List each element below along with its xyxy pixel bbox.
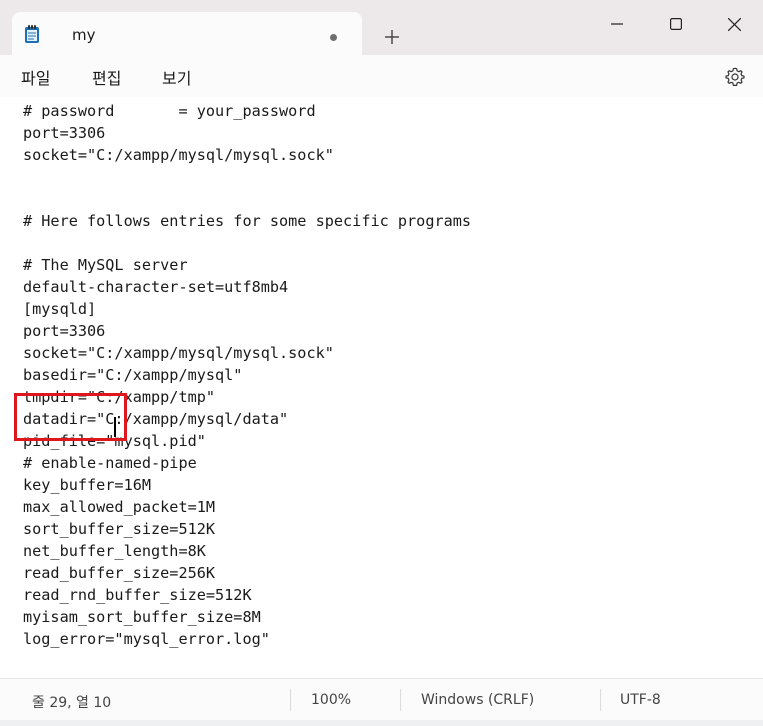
- zoom-level[interactable]: 100%: [311, 692, 351, 708]
- menu-bar: 파일 편집 보기: [0, 55, 763, 97]
- status-bar: 줄 29, 열 10 100% Windows (CRLF) UTF-8: [0, 678, 763, 720]
- gear-icon[interactable]: [724, 66, 746, 88]
- text-editor[interactable]: # password = your_password port=3306 soc…: [0, 97, 763, 674]
- code-line: # enable-named-pipe: [23, 454, 197, 472]
- minimize-button[interactable]: [588, 0, 646, 48]
- status-divider: [290, 689, 291, 711]
- close-button[interactable]: [705, 0, 763, 48]
- code-line: max_allowed_packet=1M: [23, 498, 216, 516]
- new-tab-button[interactable]: [378, 24, 406, 52]
- code-line: socket="C:/xampp/mysql/mysql.sock": [23, 146, 334, 164]
- menu-edit[interactable]: 편집: [92, 65, 121, 89]
- plus-icon: [385, 30, 399, 44]
- notepad-icon: [25, 25, 39, 43]
- tab-title: my: [72, 26, 96, 44]
- close-icon: [727, 17, 741, 31]
- maximize-button[interactable]: [647, 0, 705, 48]
- text-caret: [114, 417, 116, 437]
- code-line: read_rnd_buffer_size=512K: [23, 586, 252, 604]
- code-line: myisam_sort_buffer_size=8M: [23, 608, 261, 626]
- title-bar[interactable]: my: [0, 0, 763, 55]
- code-line: port=3306: [23, 322, 106, 340]
- code-line: net_buffer_length=8K: [23, 542, 206, 560]
- code-line: default-character-set=utf8mb4: [23, 278, 289, 296]
- code-line: sort_buffer_size=512K: [23, 520, 216, 538]
- code-line: # The MySQL server: [23, 256, 188, 274]
- status-divider: [400, 689, 401, 711]
- code-line: key_buffer=16M: [23, 476, 152, 494]
- status-divider: [600, 689, 601, 711]
- code-line: basedir="C:/xampp/mysql": [23, 366, 243, 384]
- maximize-icon: [670, 18, 682, 30]
- code-line: log_error="mysql_error.log": [23, 630, 270, 648]
- code-line: [mysqld]: [23, 300, 97, 318]
- code-line: port=3306: [23, 124, 106, 142]
- window-bottom-edge: [0, 720, 763, 726]
- code-line: read_buffer_size=256K: [23, 564, 216, 582]
- unsaved-indicator-icon[interactable]: [330, 34, 337, 41]
- menu-view[interactable]: 보기: [162, 65, 191, 89]
- menu-file[interactable]: 파일: [21, 65, 50, 89]
- code-line: # password = your_password: [23, 102, 316, 120]
- highlight-annotation-box: [14, 393, 127, 441]
- code-line: socket="C:/xampp/mysql/mysql.sock": [23, 344, 334, 362]
- tab-my[interactable]: my: [12, 12, 362, 55]
- encoding[interactable]: UTF-8: [620, 692, 661, 708]
- line-ending[interactable]: Windows (CRLF): [421, 692, 534, 708]
- notepad-window: my 파일 편집 보기 # password = your_password p…: [0, 0, 763, 720]
- cursor-position: 줄 29, 열 10: [32, 695, 112, 711]
- minimize-icon: [611, 23, 623, 25]
- code-line: # Here follows entries for some specific…: [23, 212, 472, 230]
